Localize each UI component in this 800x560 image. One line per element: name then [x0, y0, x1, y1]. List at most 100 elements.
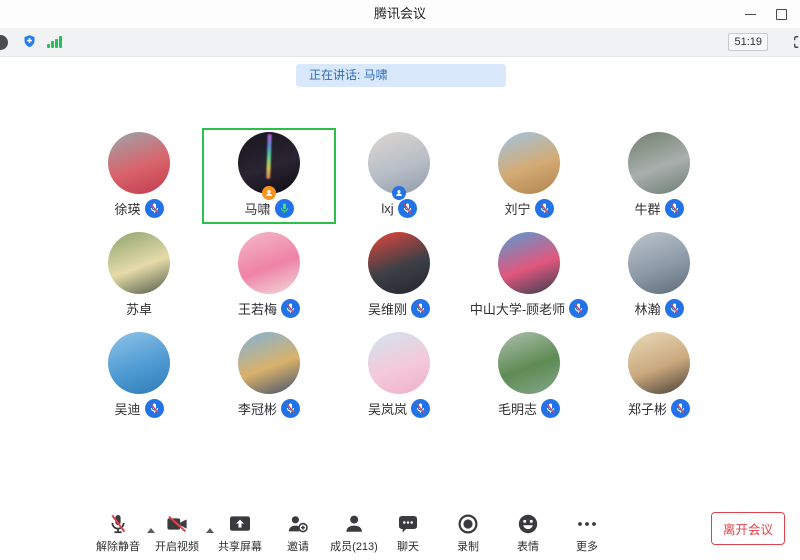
meeting-window: 腾讯会议 51:19 正在讲话: 马啸 徐瑛 — [0, 0, 800, 560]
participant-avatar — [368, 332, 430, 394]
toolbar-item-label: 更多 — [576, 538, 598, 554]
participant-avatar — [108, 232, 170, 294]
participant-name: 刘宁 — [504, 199, 530, 218]
toolbar-more-button[interactable]: 更多 — [575, 512, 599, 554]
host-badge-icon — [262, 186, 276, 200]
record-icon — [456, 512, 480, 536]
cohost-badge-icon — [392, 186, 406, 200]
participant-name: 苏卓 — [126, 299, 152, 318]
participant-tile[interactable]: 徐瑛 — [74, 130, 204, 222]
meeting-protection-shield-icon[interactable] — [22, 34, 37, 50]
participant-tile[interactable]: 刘宁 — [464, 130, 594, 222]
chat-icon — [396, 512, 420, 536]
mic-muted-icon — [145, 199, 164, 218]
mic-muted-icon — [398, 199, 417, 218]
emoji-icon — [516, 512, 540, 536]
participant-avatar — [498, 132, 560, 194]
participant-tile[interactable]: 吴迪 — [74, 330, 204, 422]
participant-name: 牛群 — [634, 199, 660, 218]
mic-muted-icon — [411, 399, 430, 418]
leave-meeting-button[interactable]: 离开会议 — [711, 512, 785, 545]
window-title: 腾讯会议 — [0, 0, 800, 28]
participant-name: 吴迪 — [114, 399, 140, 418]
more-icon — [575, 512, 599, 536]
participant-tile-speaking[interactable]: 马啸 — [204, 130, 334, 222]
camera-off-icon — [165, 512, 189, 536]
toolbar-item-label: 录制 — [457, 538, 479, 554]
participant-tile[interactable]: 中山大学-顾老师 — [464, 230, 594, 322]
participant-tile[interactable]: 李冠彬 — [204, 330, 334, 422]
participant-avatar — [238, 332, 300, 394]
maximize-icon — [776, 9, 787, 20]
participant-tile[interactable]: 苏卓 — [74, 230, 204, 322]
participant-avatar — [238, 132, 300, 194]
toolbar-emoji-button[interactable]: 表情 — [516, 512, 540, 554]
participant-avatar — [108, 132, 170, 194]
toolbar-invite-button[interactable]: 邀请 — [286, 512, 310, 554]
toolbar-screen-share-button[interactable]: 共享屏幕 — [218, 512, 262, 554]
mic-muted-icon — [535, 199, 554, 218]
mic-muted-icon — [411, 299, 430, 318]
participant-avatar — [498, 232, 560, 294]
participant-name: 李冠彬 — [238, 399, 277, 418]
meeting-timer: 51:19 — [728, 33, 768, 51]
network-quality-icon[interactable] — [47, 36, 63, 48]
participant-tile[interactable]: 林瀚 — [594, 230, 724, 322]
toolbar-item-label: 邀请 — [287, 538, 309, 554]
participant-tile[interactable]: 牛群 — [594, 130, 724, 222]
meeting-info-icon[interactable] — [0, 35, 8, 50]
mic-muted-icon — [145, 399, 164, 418]
participant-tile[interactable]: lxj — [334, 130, 464, 222]
participant-name: lxj — [381, 201, 393, 216]
toolbar-item-label: 成员(213) — [330, 538, 378, 554]
toolbar-item-label: 开启视频 — [155, 538, 199, 554]
mic-muted-icon — [665, 199, 684, 218]
toolbar-item-label: 共享屏幕 — [218, 538, 262, 554]
toolbar-record-button[interactable]: 录制 — [456, 512, 480, 554]
participant-avatar — [628, 132, 690, 194]
speaking-banner: 正在讲话: 马啸 — [296, 64, 506, 87]
toolbar-mic-off-button[interactable]: 解除静音 — [96, 512, 140, 554]
minimize-icon — [745, 14, 756, 15]
participant-tile[interactable]: 毛明志 — [464, 330, 594, 422]
screen-share-icon — [228, 512, 252, 536]
toolbar-item-label: 解除静音 — [96, 538, 140, 554]
participant-tile[interactable]: 吴维刚 — [334, 230, 464, 322]
participant-avatar — [108, 332, 170, 394]
status-bar: 51:19 — [0, 28, 800, 57]
participants-grid: 徐瑛 马啸 lxj — [74, 130, 724, 422]
participant-tile[interactable]: 王若梅 — [204, 230, 334, 322]
toolbar-chat-button[interactable]: 聊天 — [396, 512, 420, 554]
participant-name: 徐瑛 — [114, 199, 140, 218]
participant-avatar — [368, 232, 430, 294]
participant-name: 郑子彬 — [628, 399, 667, 418]
participant-avatar — [498, 332, 560, 394]
participant-avatar — [368, 132, 430, 194]
mic-muted-icon — [671, 399, 690, 418]
fullscreen-icon[interactable] — [793, 35, 800, 49]
participant-name: 毛明志 — [498, 399, 537, 418]
participant-tile[interactable]: 郑子彬 — [594, 330, 724, 422]
toolbar-item-label: 表情 — [517, 538, 539, 554]
participant-avatar — [238, 232, 300, 294]
members-icon — [342, 512, 366, 536]
participant-avatar — [628, 332, 690, 394]
participant-name: 林瀚 — [634, 299, 660, 318]
window-minimize-button[interactable] — [735, 0, 765, 28]
participant-avatar — [628, 232, 690, 294]
mic-off-icon — [106, 512, 130, 536]
mic-active-icon — [275, 199, 294, 218]
options-caret-icon[interactable] — [206, 528, 214, 533]
participant-tile[interactable]: 吴岚岚 — [334, 330, 464, 422]
title-bar: 腾讯会议 — [0, 0, 800, 28]
invite-icon — [286, 512, 310, 536]
options-caret-icon[interactable] — [147, 528, 155, 533]
toolbar-item-label: 聊天 — [397, 538, 419, 554]
mic-muted-icon — [665, 299, 684, 318]
mic-muted-icon — [569, 299, 588, 318]
window-maximize-button[interactable] — [766, 0, 796, 28]
toolbar-members-button[interactable]: 成员(213) — [330, 512, 378, 554]
participant-name: 吴岚岚 — [368, 399, 407, 418]
toolbar-camera-off-button[interactable]: 开启视频 — [155, 512, 199, 554]
participant-name: 王若梅 — [238, 299, 277, 318]
